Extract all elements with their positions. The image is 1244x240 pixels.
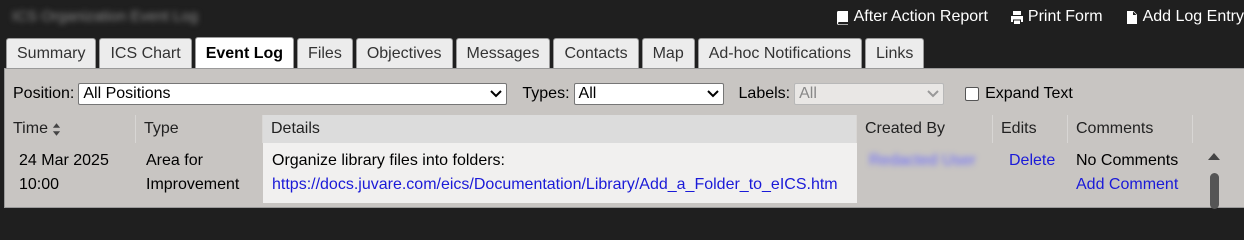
tab-bar: Summary ICS Chart Event Log Files Object… bbox=[6, 37, 925, 70]
document-icon bbox=[1126, 10, 1137, 24]
type-cell: Area for Improvement bbox=[146, 143, 261, 203]
type-line-2: Improvement bbox=[146, 176, 240, 193]
column-time-label: Time bbox=[13, 120, 48, 137]
labels-value: All bbox=[799, 85, 817, 102]
types-select[interactable]: All bbox=[573, 83, 724, 105]
chevron-down-icon bbox=[927, 90, 939, 98]
edits-cell: Delete bbox=[1009, 143, 1067, 203]
position-select[interactable]: All Positions bbox=[78, 83, 508, 105]
tab-objectives[interactable]: Objectives bbox=[355, 38, 453, 69]
add-log-entry-label: Add Log Entry bbox=[1142, 8, 1244, 25]
print-form-button[interactable]: Print Form bbox=[1010, 8, 1103, 26]
add-log-entry-button[interactable]: Add Log Entry bbox=[1125, 8, 1244, 26]
created-by-cell: Redacted User bbox=[869, 143, 989, 203]
tab-summary[interactable]: Summary bbox=[6, 38, 97, 69]
event-log-panel: Position: All Positions Types: All Label… bbox=[4, 68, 1244, 209]
expand-text-checkbox[interactable] bbox=[965, 87, 980, 101]
print-form-label: Print Form bbox=[1027, 8, 1103, 25]
time-clock: 10:00 bbox=[19, 176, 60, 193]
column-edits[interactable]: Edits bbox=[993, 115, 1068, 143]
comments-text: No Comments bbox=[1076, 152, 1179, 169]
expand-text-option[interactable]: Expand Text bbox=[965, 85, 1073, 103]
time-cell: 24 Mar 2025 10:00 bbox=[19, 143, 134, 203]
printer-icon bbox=[1010, 10, 1023, 24]
tab-ad-hoc-notifications[interactable]: Ad-hoc Notifications bbox=[697, 38, 863, 69]
details-cell: Organize library files into folders: htt… bbox=[263, 143, 857, 203]
type-line-1: Area for bbox=[146, 152, 203, 169]
scroll-up-icon[interactable] bbox=[1205, 151, 1223, 161]
tab-contacts[interactable]: Contacts bbox=[553, 38, 639, 69]
tab-map[interactable]: Map bbox=[641, 38, 695, 69]
tab-links[interactable]: Links bbox=[865, 38, 925, 69]
scrollbar-thumb[interactable] bbox=[1210, 173, 1219, 209]
tab-ics-chart[interactable]: ICS Chart bbox=[99, 38, 192, 69]
chevron-down-icon bbox=[706, 90, 719, 98]
tab-files[interactable]: Files bbox=[297, 38, 353, 69]
filter-bar: Position: All Positions Types: All Label… bbox=[13, 83, 1073, 105]
position-value: All Positions bbox=[83, 85, 171, 102]
tab-event-log[interactable]: Event Log bbox=[194, 37, 295, 70]
types-label: Types: bbox=[522, 85, 570, 102]
header-actions: After Action Report Print Form Add Log E… bbox=[836, 8, 1244, 26]
table-header: Time Type Details Created By Edits Comme… bbox=[5, 115, 1244, 143]
types-value: All bbox=[578, 85, 597, 102]
sort-icon bbox=[52, 122, 61, 136]
add-comment-link[interactable]: Add Comment bbox=[1076, 173, 1201, 197]
labels-select[interactable]: All bbox=[794, 83, 945, 105]
column-type[interactable]: Type bbox=[136, 115, 263, 143]
vertical-scrollbar[interactable] bbox=[1205, 145, 1223, 209]
created-by-name[interactable]: Redacted User bbox=[869, 152, 976, 169]
details-text: Organize library files into folders: bbox=[272, 152, 505, 169]
table-row: 24 Mar 2025 10:00 Area for Improvement O… bbox=[5, 143, 1244, 203]
delete-link[interactable]: Delete bbox=[1009, 152, 1055, 169]
chevron-down-icon bbox=[490, 90, 503, 98]
organization-title: ICS Organization Event Log bbox=[12, 8, 198, 25]
top-bar: ICS Organization Event Log After Action … bbox=[0, 0, 1244, 36]
details-link[interactable]: https://docs.juvare.com/eics/Documentati… bbox=[272, 173, 857, 197]
column-created-by[interactable]: Created By bbox=[857, 115, 993, 143]
time-date: 24 Mar 2025 bbox=[19, 152, 109, 169]
column-time[interactable]: Time bbox=[5, 115, 136, 143]
tab-messages[interactable]: Messages bbox=[455, 38, 551, 69]
column-comments[interactable]: Comments bbox=[1068, 115, 1193, 143]
expand-text-label: Expand Text bbox=[985, 85, 1073, 102]
after-action-report-label: After Action Report bbox=[853, 8, 988, 25]
labels-label: Labels: bbox=[738, 85, 791, 102]
book-icon bbox=[836, 10, 848, 25]
comments-cell: No Comments Add Comment bbox=[1076, 143, 1201, 203]
after-action-report-button[interactable]: After Action Report bbox=[836, 8, 988, 26]
position-label: Position: bbox=[13, 85, 75, 102]
column-details[interactable]: Details bbox=[263, 115, 857, 143]
